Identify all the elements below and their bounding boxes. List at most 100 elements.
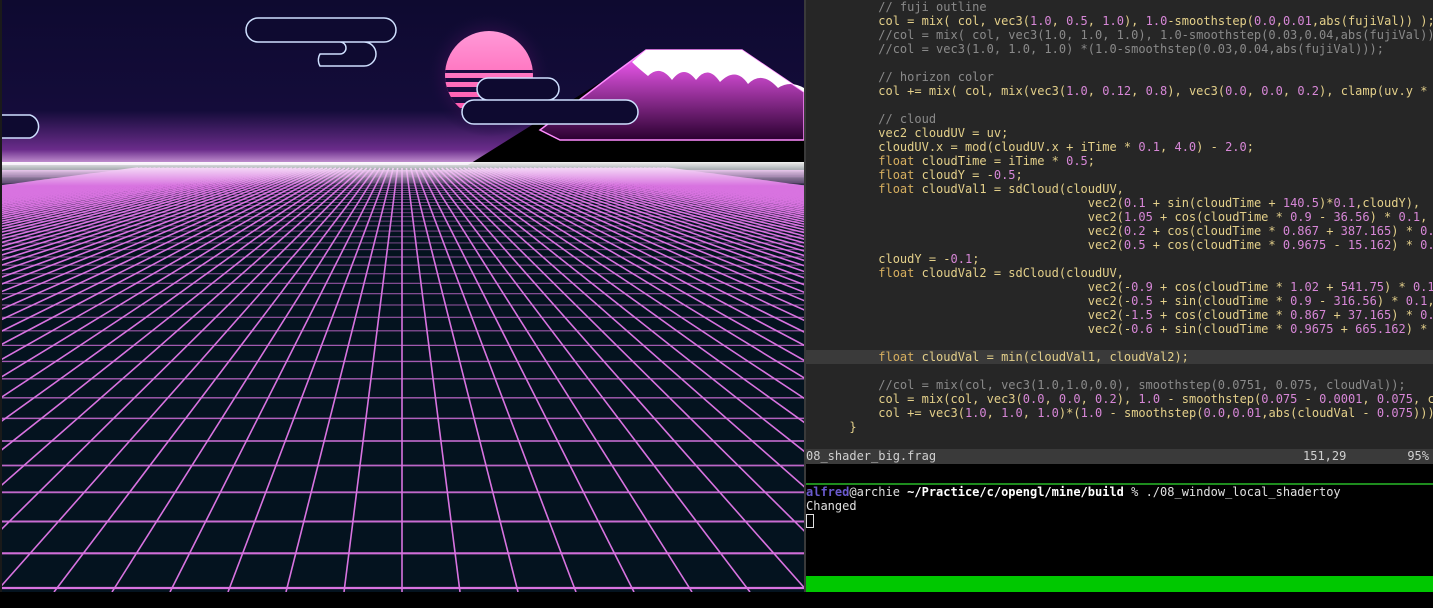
code-token: 0.0 [1058, 392, 1081, 406]
code-token: vec2( [1087, 210, 1124, 224]
code-token: ; [1015, 168, 1023, 182]
code-buffer[interactable]: // fuji outline col = mix( col, vec3(1.0… [806, 0, 1433, 434]
code-token: 0.2 [1297, 84, 1320, 98]
code-token: , [1160, 140, 1175, 154]
code-token: 0.5 [993, 168, 1016, 182]
code-token: 0.1 [1333, 196, 1356, 210]
code-token: 0.5 [1066, 154, 1088, 168]
code-line[interactable] [806, 336, 1433, 350]
shell-prompt-line: alfred@archie ~/Practice/c/opengl/mine/b… [806, 485, 1433, 499]
code-token: 0.075 [1376, 406, 1413, 420]
code-token: float [878, 350, 915, 364]
code-token: col = mix(col, vec3( [878, 392, 1023, 406]
code-token: vec2( [1087, 224, 1124, 238]
code-token: vec2(- [1087, 322, 1132, 336]
code-token: 0.9 [1290, 294, 1312, 308]
code-line[interactable]: // fuji outline [806, 0, 1433, 14]
code-token: 0.0 [1203, 406, 1226, 420]
code-line[interactable]: float cloudVal2 = sdCloud(cloudUV, [806, 266, 1433, 280]
code-line[interactable]: col = mix( col, vec3(1.0, 0.5, 1.0), 1.0… [806, 14, 1433, 28]
code-token: 2.0 [1225, 140, 1247, 154]
code-token: 0.9 [1290, 210, 1312, 224]
code-line[interactable]: cloudUV.x = mod(cloudUV.x + iTime * 0.1,… [806, 140, 1433, 154]
terminal-cursor[interactable] [806, 513, 814, 528]
code-token: + [1333, 322, 1356, 336]
code-token: col += mix( col, mix(vec3( [878, 84, 1067, 98]
nvim-editor-pane[interactable]: // fuji outline col = mix( col, vec3(1.0… [806, 0, 1433, 464]
code-token: , [986, 406, 1002, 420]
code-line[interactable]: //col = mix(col, vec3(1.0,1.0,0.0), smoo… [806, 378, 1433, 392]
code-token: cloudVal1 = sdCloud(cloudUV, [914, 182, 1124, 196]
code-line[interactable]: vec2(-0.5 + sin(cloudTime * 0.9 - 316.56… [806, 294, 1433, 308]
code-line[interactable] [806, 364, 1433, 378]
code-token: 0.0 [1022, 392, 1045, 406]
code-token: 1.0 [1145, 14, 1168, 28]
code-token: 316.56 [1333, 294, 1377, 308]
tmux-statusbar[interactable]: [16] 0:nvim- 1:zsh 2:zsh 3:./08_window_l… [806, 576, 1433, 607]
code-token: 1.0 [1102, 14, 1124, 28]
tmux-window-list[interactable]: [16] 0:nvim- 1:zsh 2:zsh 3:./08_window_l… [820, 593, 1232, 607]
terminal-pane[interactable]: alfred@archie ~/Practice/c/opengl/mine/b… [806, 485, 1433, 575]
code-token: 0.1 [1412, 280, 1433, 294]
code-line[interactable]: float cloudVal1 = sdCloud(cloudUV, [806, 182, 1433, 196]
code-token: ,cloudY), [1355, 196, 1421, 210]
code-token: , clou [1420, 210, 1428, 224]
code-token: , [1080, 392, 1096, 406]
code-line[interactable]: vec2 cloudUV = uv; [806, 126, 1433, 140]
code-line[interactable]: float cloudTime = iTime * 0.5; [806, 154, 1433, 168]
code-token: float [878, 182, 915, 196]
code-line[interactable]: vec2(0.1 + sin(cloudTime + 140.5)*0.1,cl… [806, 196, 1433, 210]
code-line[interactable]: // cloud [806, 112, 1433, 126]
code-line[interactable]: //col = vec3(1.0, 1.0, 1.0) *(1.0-smooth… [806, 42, 1433, 56]
code-token: 1.5 [1131, 308, 1153, 322]
shader-output-window[interactable] [0, 0, 804, 592]
code-token: float [878, 168, 915, 182]
code-token: 0.5 [1123, 238, 1146, 252]
code-line[interactable]: float cloudY = -0.5; [806, 168, 1433, 182]
prompt-command: % ./08_window_local_shadertoy [1123, 485, 1341, 499]
code-line[interactable]: float cloudVal = min(cloudVal1, cloudVal… [806, 350, 1433, 364]
code-line[interactable]: col = mix(col, vec3(0.0, 0.0, 0.2), 1.0 … [806, 392, 1433, 406]
code-line[interactable] [806, 98, 1433, 112]
code-token: - [1297, 392, 1320, 406]
code-token: + [1319, 280, 1341, 294]
code-token: 4.0 [1174, 140, 1197, 154]
code-token: , [1022, 406, 1038, 420]
code-token: vec2( [1087, 238, 1124, 252]
code-token: - smoothstep( [1160, 392, 1262, 406]
code-token: //col = vec3(1.0, 1.0, 1.0) *(1.0-smooth… [878, 42, 1384, 56]
code-line[interactable]: vec2(0.2 + cos(cloudTime * 0.867 + 387.1… [806, 224, 1433, 238]
code-token: 0.1 [1398, 210, 1421, 224]
code-token: cloudY = - [878, 252, 951, 266]
code-token: 0.075 [1261, 392, 1298, 406]
code-token: , clo [1427, 294, 1433, 308]
code-token: 1.0 [1066, 84, 1088, 98]
code-line[interactable]: vec2(1.05 + cos(cloudTime * 0.9 - 36.56)… [806, 210, 1433, 224]
code-line[interactable]: col += vec3(1.0, 1.0, 1.0)*(1.0 - smooth… [806, 406, 1433, 420]
code-token: ; [1246, 140, 1254, 154]
code-line[interactable]: //col = mix( col, vec3(1.0, 1.0, 1.0), 1… [806, 28, 1433, 42]
code-line[interactable]: col += mix( col, mix(vec3(1.0, 0.12, 0.8… [806, 84, 1433, 98]
code-token: 0.2 [1123, 224, 1146, 238]
code-line[interactable]: vec2(-1.5 + cos(cloudTime * 0.867 + 37.1… [806, 308, 1433, 322]
code-token: //col = mix( col, vec3(1.0, 1.0, 1.0), 1… [878, 28, 1433, 42]
code-line[interactable]: vec2(-0.6 + sin(cloudTime * 0.9675 + 665… [806, 322, 1433, 336]
code-line[interactable] [806, 56, 1433, 70]
code-token: ) * [1405, 322, 1433, 336]
code-token: + sin(cloudTime * [1152, 322, 1291, 336]
code-line[interactable]: cloudY = -0.1; [806, 252, 1433, 266]
code-token: ) * [1369, 210, 1399, 224]
code-line[interactable]: vec2(-0.9 + cos(cloudTime * 1.02 + 541.7… [806, 280, 1433, 294]
code-line[interactable]: } [806, 420, 1433, 434]
code-token: ; [1087, 154, 1096, 168]
code-line[interactable]: vec2(0.5 + cos(cloudTime * 0.9675 - 15.1… [806, 238, 1433, 252]
code-token: vec2( [1087, 196, 1124, 210]
code-token: 1.0 [1138, 392, 1161, 406]
code-token: ), vec3( [1167, 84, 1226, 98]
code-token: cloudY = - [914, 168, 994, 182]
code-line[interactable]: // horizon color [806, 70, 1433, 84]
code-token: , [1044, 392, 1059, 406]
code-token: 0.867 [1282, 224, 1319, 238]
code-token: 665.162 [1355, 322, 1406, 336]
code-token: 140.5 [1282, 196, 1319, 210]
